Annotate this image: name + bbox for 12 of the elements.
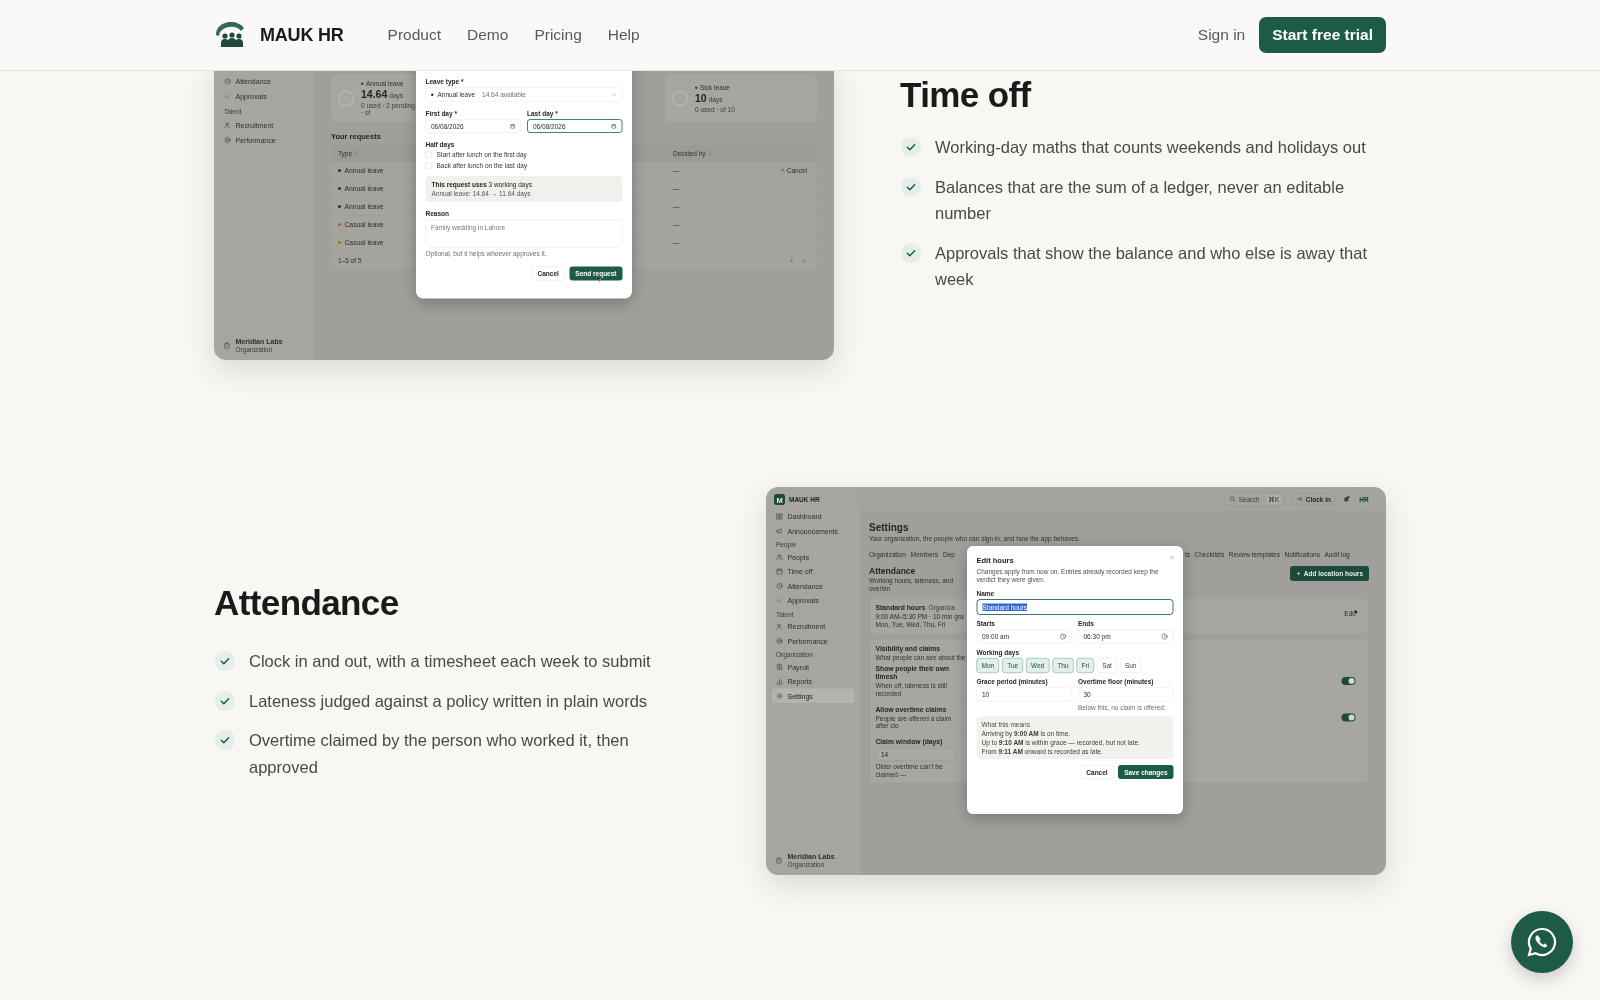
section-title: Attendance	[869, 566, 917, 576]
feature-text: Approvals that show the balance and who else is away that week	[935, 242, 1368, 290]
feature-text: Lateness judged against a policy written in plain words	[249, 690, 648, 712]
feature-text: Balances that are the sum of a ledger, never an editable number	[935, 176, 1346, 224]
page-title: Settings	[869, 521, 909, 534]
balance-value: 10	[695, 92, 707, 105]
feature-text: Clock in and out, with a timesheet each week to submit	[249, 651, 651, 672]
feature-text: Working-day maths that counts weekends and holidays out	[935, 137, 1366, 158]
balance-value: 14.64	[361, 88, 388, 101]
feature-text: Overtime claimed by the person who worked it, then approved	[249, 730, 630, 778]
section-heading: Attendance	[214, 582, 400, 624]
section-heading: Time off	[900, 74, 1033, 116]
